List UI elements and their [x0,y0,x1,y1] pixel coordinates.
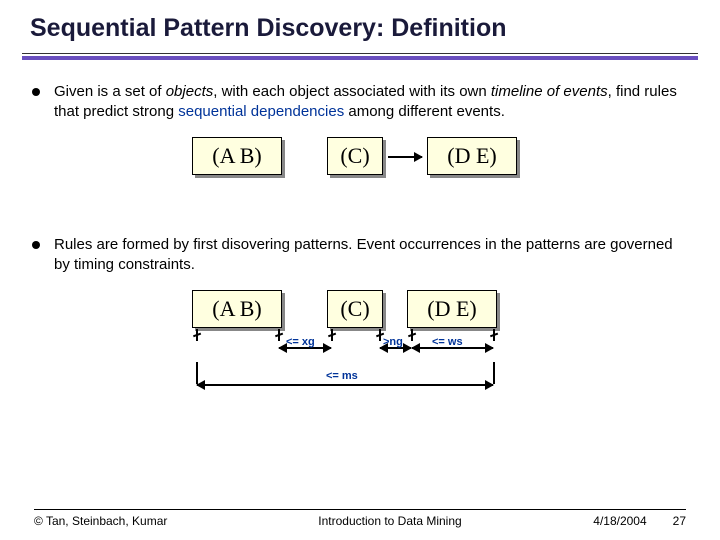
bullet-1: Given is a set of objects, with each obj… [32,82,688,121]
bullet-1-link-text: sequential dependencies [178,103,344,120]
dimension-label-ng: >ng [383,336,403,348]
dimension-line-ms [197,384,493,386]
diagram-sequence-2: (A B) (C) (D E) <= xg >ng <= ws <= ms [152,290,688,430]
footer-page: 27 [650,514,686,528]
bullet-1-text-part: Given is a set of [54,83,166,100]
dimension-label-xg: <= xg [286,336,315,348]
bullet-2: Rules are formed by first disovering pat… [32,235,688,274]
bullet-1-text-part: among different events. [344,103,505,120]
title-rule [22,53,698,60]
seq-box-ab-2: (A B) [192,290,282,328]
dimension-label-ms: <= ms [326,370,358,382]
bullet-2-text: Rules are formed by first disovering pat… [54,235,688,274]
bullet-1-em: objects [166,83,214,100]
seq-box-c: (C) [327,137,383,175]
bullet-1-em: timeline of events [491,83,608,100]
footer-title: Introduction to Data Mining [234,514,546,528]
footer-date: 4/18/2004 [593,514,646,528]
footer-copyright: © Tan, Steinbach, Kumar [34,514,234,528]
footer-rule [34,509,686,510]
bullet-dot-icon [32,88,40,96]
seq-box-ab: (A B) [192,137,282,175]
slide-body: Given is a set of objects, with each obj… [0,60,720,430]
seq-box-c-2: (C) [327,290,383,328]
arrow-icon [388,156,422,158]
diagram-sequence-1: (A B) (C) (D E) [152,137,688,217]
dimension-label-ws: <= ws [432,336,463,348]
slide-footer: © Tan, Steinbach, Kumar Introduction to … [0,509,720,528]
bullet-1-text: Given is a set of objects, with each obj… [54,82,688,121]
seq-box-de-2: (D E) [407,290,497,328]
bullet-dot-icon [32,241,40,249]
bullet-1-text-part: , with each object associated with its o… [213,83,491,100]
footer-right: 4/18/2004 27 [546,514,686,528]
slide-title: Sequential Pattern Discovery: Definition [0,0,720,49]
seq-box-de: (D E) [427,137,517,175]
